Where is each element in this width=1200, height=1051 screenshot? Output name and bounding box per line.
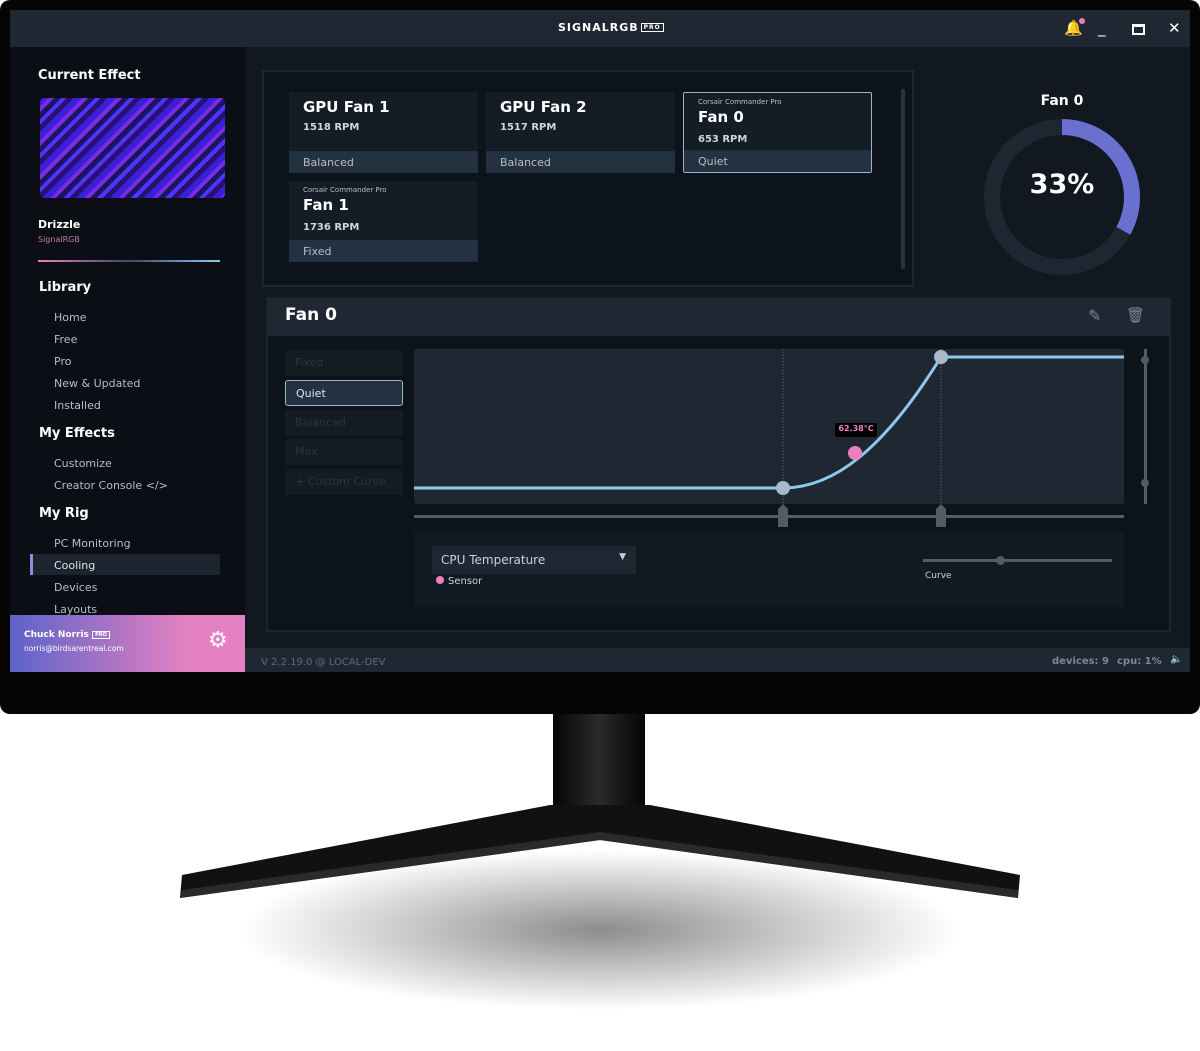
- fan-rpm: 653 RPM: [698, 134, 748, 145]
- fan-card-gpu-fan-1[interactable]: GPU Fan 1 1518 RPM Balanced: [289, 92, 478, 173]
- effect-name: Drizzle: [38, 218, 81, 231]
- settings-gear-icon[interactable]: ⚙: [208, 628, 228, 653]
- curve-plot-area: [414, 349, 1124, 504]
- user-email: norris@birdsarentreal.com: [24, 644, 124, 653]
- preset-quiet[interactable]: Quiet: [285, 380, 403, 406]
- pro-badge: PRO: [92, 631, 110, 639]
- preset-balanced[interactable]: Balanced: [285, 410, 403, 436]
- sensor-legend: Sensor: [436, 576, 482, 587]
- maximize-button[interactable]: [1132, 24, 1145, 35]
- nav-customize[interactable]: Customize: [54, 457, 112, 470]
- nav-new-updated[interactable]: New & Updated: [54, 377, 140, 390]
- effect-divider: [38, 260, 220, 262]
- fan-mode: Quiet: [684, 150, 871, 172]
- version-text: V 2.2.19.0 @ LOCAL-DEV: [261, 657, 386, 668]
- nav-cooling[interactable]: Cooling: [54, 559, 95, 572]
- nav-pro[interactable]: Pro: [54, 355, 71, 368]
- speed-handle-low: [1141, 479, 1149, 487]
- nav-devices[interactable]: Devices: [54, 581, 97, 594]
- main-content: GPU Fan 1 1518 RPM Balanced GPU Fan 2 15…: [245, 47, 1190, 647]
- editor-header: [268, 299, 1169, 336]
- library-heading: Library: [39, 280, 92, 295]
- curve-point-low: [776, 481, 790, 495]
- gauge-title: Fan 0: [1040, 93, 1084, 109]
- my-effects-heading: My Effects: [39, 426, 115, 441]
- current-effect-heading: Current Effect: [38, 68, 141, 83]
- fan-name: GPU Fan 2: [500, 98, 587, 116]
- preset-custom-curve[interactable]: + Custom Curve: [285, 469, 403, 495]
- fan-rpm: 1517 RPM: [500, 122, 557, 133]
- volume-icon[interactable]: 🔈: [1170, 654, 1182, 665]
- nav-creator-console[interactable]: Creator Console </>: [54, 479, 168, 492]
- status-bar: V 2.2.19.0 @ LOCAL-DEV devices: 9 cpu: 1…: [245, 648, 1190, 672]
- app-logo: SIGNALRGB PRO: [558, 21, 664, 34]
- speed-handle-high: [1141, 356, 1149, 364]
- devices-count: devices: 9: [1052, 656, 1109, 667]
- cpu-usage: cpu: 1%: [1117, 656, 1162, 667]
- fan-name: Fan 0: [698, 108, 744, 126]
- sensor-legend-label: Sensor: [448, 576, 483, 587]
- gauge-value: 33%: [1029, 169, 1095, 200]
- edit-pencil-icon[interactable]: ✎: [1088, 306, 1101, 325]
- fan-speed-gauge: [984, 119, 1140, 275]
- sensor-settings-panel: CPU Temperature ▼ Sensor Curve: [414, 531, 1124, 607]
- fan-name: Fan 1: [303, 196, 349, 214]
- curve-point-high: [934, 350, 948, 364]
- fan-device: Corsair Commander Pro: [303, 186, 387, 194]
- dropdown-caret-icon: ▼: [619, 552, 626, 562]
- monitor-stand-base: [180, 805, 1020, 1010]
- notification-bell-icon[interactable]: 🔔: [1064, 18, 1085, 37]
- curve-slider[interactable]: [923, 556, 1112, 565]
- curve-label: Curve: [925, 571, 952, 581]
- user-name: Chuck Norris: [24, 630, 89, 640]
- temp-handle-low: [778, 504, 788, 527]
- fan-card-fan-1[interactable]: Corsair Commander Pro Fan 1 1736 RPM Fix…: [289, 181, 478, 262]
- fan-card-gpu-fan-2[interactable]: GPU Fan 2 1517 RPM Balanced: [486, 92, 675, 173]
- fan-rpm: 1518 RPM: [303, 122, 360, 133]
- fan-device: Corsair Commander Pro: [698, 98, 782, 106]
- nav-pc-monitoring[interactable]: PC Monitoring: [54, 537, 131, 550]
- sensor-dot-icon: [436, 576, 444, 584]
- sidebar: Current Effect Drizzle SignalRGB Library…: [10, 47, 245, 672]
- sensor-point: [848, 446, 862, 460]
- sensor-select[interactable]: CPU Temperature ▼: [432, 546, 636, 574]
- effect-author: SignalRGB: [38, 235, 80, 244]
- effect-preview-image[interactable]: [40, 98, 225, 198]
- delete-trash-icon[interactable]: 🗑: [1126, 306, 1145, 324]
- fan-mode: Balanced: [289, 151, 478, 173]
- nav-free[interactable]: Free: [54, 333, 77, 346]
- fan-name: GPU Fan 1: [303, 98, 390, 116]
- sensor-select-value: CPU Temperature: [441, 553, 546, 567]
- fan-curve-chart[interactable]: [414, 349, 1164, 529]
- preset-fixed[interactable]: Fixed: [285, 350, 403, 376]
- fan-mode: Balanced: [486, 151, 675, 173]
- my-rig-heading: My Rig: [39, 506, 89, 521]
- temp-handle-high: [936, 504, 946, 527]
- curve-slider-thumb[interactable]: [996, 556, 1006, 565]
- title-bar: SIGNALRGB PRO 🔔 _ ✕: [10, 10, 1190, 47]
- close-button[interactable]: ✕: [1168, 19, 1181, 37]
- user-panel[interactable]: Chuck Norris PRO norris@birdsarentreal.c…: [10, 615, 245, 672]
- app-window: SIGNALRGB PRO 🔔 _ ✕ Current Effect Drizzl…: [10, 10, 1190, 672]
- fan-rpm: 1736 RPM: [303, 222, 360, 233]
- fan-mode: Fixed: [289, 240, 478, 262]
- fan-list-scrollbar[interactable]: [901, 89, 905, 269]
- nav-home[interactable]: Home: [54, 311, 86, 324]
- sensor-tooltip-label: 62.38°C: [838, 424, 874, 433]
- minimize-button[interactable]: _: [1098, 19, 1106, 37]
- preset-max[interactable]: Max: [285, 439, 403, 465]
- editor-title: Fan 0: [285, 305, 337, 325]
- temp-slider-track: [414, 515, 1124, 518]
- nav-installed[interactable]: Installed: [54, 399, 101, 412]
- fan-editor-panel: Fan 0 ✎ 🗑 Fixed Quiet Balanced Max + Cus…: [266, 297, 1171, 632]
- fan-card-fan-0-selected[interactable]: Corsair Commander Pro Fan 0 653 RPM Quie…: [683, 92, 872, 173]
